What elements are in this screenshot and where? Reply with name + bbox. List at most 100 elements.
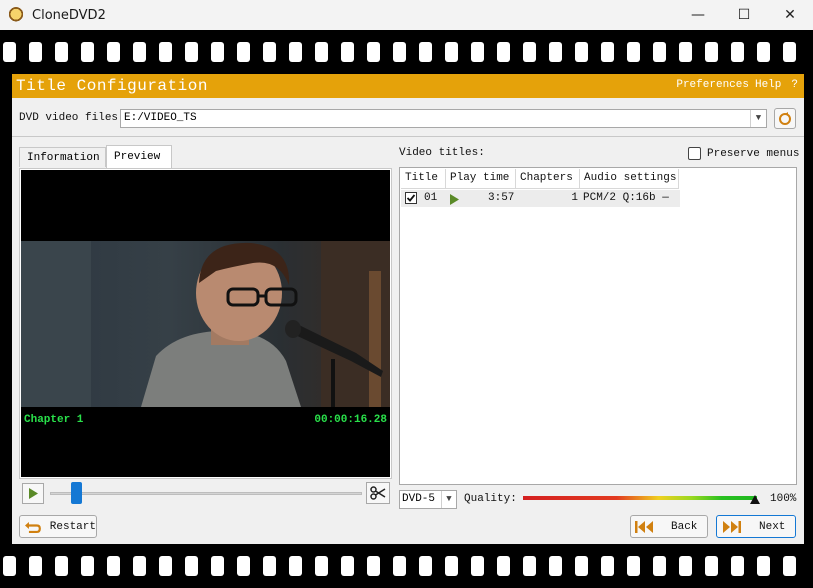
row-play-time: 3:57 [488,192,515,204]
film-hole [55,556,68,576]
film-hole [549,42,562,62]
video-titles-table: Title Play time Chapters Audio settings … [399,167,797,485]
row-audio-settings[interactable]: PCM/2 Q:16b — [583,190,669,207]
timecode-overlay: 00:00:16.28 [314,414,387,426]
film-hole [471,42,484,62]
film-hole [601,42,614,62]
film-hole [575,42,588,62]
help-link[interactable]: Help [755,79,781,91]
seek-slider-track[interactable] [50,492,362,495]
film-hole [679,556,692,576]
page-title: Title Configuration [16,77,208,95]
seek-slider-thumb[interactable] [71,482,82,504]
video-preview: Chapter 1 00:00:16.28 [21,170,390,477]
scissors-icon [370,486,386,500]
preserve-menus-checkbox[interactable] [688,147,701,160]
column-header-play-time[interactable]: Play time [446,169,516,189]
film-hole [497,556,510,576]
film-hole [29,42,42,62]
source-path-value: E:/VIDEO_TS [124,112,197,124]
row-play-icon[interactable] [450,194,459,211]
preferences-link[interactable]: Preferences [676,79,749,91]
film-hole [289,42,302,62]
video-frame-image [21,241,390,407]
film-hole [393,556,406,576]
minimize-button[interactable]: — [675,0,721,30]
film-hole [289,556,302,576]
play-icon [450,194,459,205]
maximize-button[interactable]: ☐ [721,0,767,30]
film-hole [263,42,276,62]
film-hole [367,42,380,62]
preserve-menus-option[interactable]: Preserve menus [688,147,799,160]
film-hole [133,556,146,576]
close-button[interactable]: ✕ [767,0,813,30]
film-strip-top [0,30,813,74]
film-hole [653,556,666,576]
restart-button[interactable]: Restart [19,515,97,538]
film-hole [107,556,120,576]
film-hole [783,556,796,576]
back-icon [635,520,653,533]
film-hole [81,42,94,62]
chevron-down-icon[interactable]: ▼ [750,110,766,127]
film-hole [315,42,328,62]
tab-preview[interactable]: Preview [106,145,172,168]
chapter-overlay: Chapter 1 [24,414,84,426]
film-hole [419,556,432,576]
film-strip-bottom [0,544,813,588]
row-title: 01 [424,192,438,204]
film-hole [367,556,380,576]
tab-information[interactable]: Information [19,147,106,167]
film-hole [133,42,146,62]
film-hole [185,556,198,576]
divider [12,136,804,137]
next-button[interactable]: Next [716,515,796,538]
quality-value: 100% [770,493,797,505]
preserve-menus-label: Preserve menus [707,147,800,160]
film-hole [731,42,744,62]
film-hole [237,556,250,576]
column-header-chapters[interactable]: Chapters [516,169,580,189]
film-hole [107,42,120,62]
video-titles-label: Video titles: [399,147,485,159]
film-hole [705,42,718,62]
restart-icon [24,521,41,533]
film-hole [523,556,536,576]
dvd-media-select[interactable]: DVD-5 ▼ [399,490,457,509]
film-hole [627,556,640,576]
play-button[interactable] [22,483,44,504]
column-header-audio-settings[interactable]: Audio settings [580,169,679,189]
play-icon [29,488,38,499]
refresh-icon [779,111,791,125]
window-titlebar: CloneDVD2 — ☐ ✕ [0,0,813,30]
app-icon [8,7,24,23]
cut-button[interactable] [366,482,390,504]
refresh-button[interactable] [774,108,796,129]
film-hole [263,556,276,576]
film-hole [653,42,666,62]
film-hole [341,556,354,576]
title-configuration-panel: Title Configuration Preferences Help ? D… [12,74,804,544]
row-checkbox[interactable] [405,192,417,209]
film-hole [731,556,744,576]
back-button[interactable]: Back [630,515,708,538]
source-label: DVD video files: [19,112,125,124]
help-question-icon[interactable]: ? [791,79,798,91]
film-hole [471,556,484,576]
chevron-down-icon[interactable]: ▼ [441,491,456,508]
film-hole [679,42,692,62]
row-chapters: 1 [571,192,578,204]
film-hole [705,556,718,576]
film-hole [627,42,640,62]
quality-bar [523,496,757,500]
film-hole [29,556,42,576]
source-path-combo[interactable]: E:/VIDEO_TS ▼ [120,109,767,128]
column-header-title[interactable]: Title [401,169,446,189]
film-hole [185,42,198,62]
film-hole [237,42,250,62]
film-hole [3,42,16,62]
film-hole [211,42,224,62]
film-hole [575,556,588,576]
film-hole [757,42,770,62]
